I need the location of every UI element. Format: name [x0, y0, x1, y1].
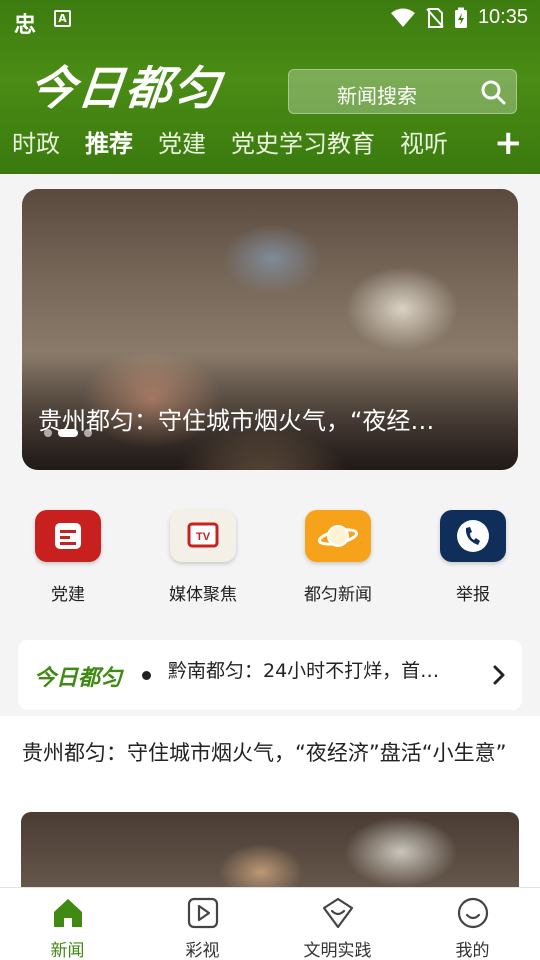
quick-links: 党建 TV 媒体聚焦 都匀新闻 举报 — [0, 500, 540, 610]
search-box[interactable]: 新闻搜索 — [288, 69, 517, 114]
nav-caishi[interactable]: 彩视 — [135, 888, 270, 960]
nav-label: 新闻 — [50, 941, 85, 960]
nav-label: 彩视 — [185, 941, 220, 960]
tab-tuijian[interactable]: 推荐 — [85, 124, 133, 164]
wifi-icon — [390, 8, 415, 27]
no-sim-icon — [426, 7, 444, 28]
category-tabs: 时政 推荐 党建 党史学习教育 视听 — [12, 124, 473, 164]
banner-title: 贵州都匀：守住城市烟火气，“夜经… — [38, 407, 435, 435]
carousel-dot[interactable] — [44, 429, 52, 437]
video-icon — [187, 897, 218, 929]
quick-link-label: 媒体聚焦 — [169, 585, 237, 605]
nav-label: 文明实践 — [303, 941, 372, 960]
news-ticker[interactable]: 今日都匀 黔南都匀：24小时不打烊，首… — [18, 640, 522, 710]
svg-text:TV: TV — [196, 531, 211, 543]
clock: 10:35 — [477, 6, 528, 28]
planet-icon — [305, 510, 371, 562]
carousel-dot-active[interactable] — [58, 429, 78, 437]
quick-link-media[interactable]: TV 媒体聚焦 — [148, 500, 258, 605]
search-icon — [481, 80, 506, 105]
battery-charging-icon — [454, 7, 467, 28]
quick-link-duyun-news[interactable]: 都匀新闻 — [283, 500, 393, 605]
smiley-icon — [457, 897, 488, 929]
app-header: 忠 A 10:35 今日都匀 新闻搜索 时政 推荐 党建 党史学习教育 视听 + — [0, 0, 540, 174]
bottom-nav: 新闻 彩视 文明实践 我的 — [0, 887, 540, 960]
quick-link-report[interactable]: 举报 — [418, 500, 528, 605]
tv-icon: TV — [170, 510, 236, 562]
nav-label: 我的 — [455, 941, 490, 960]
banner-carousel[interactable]: 贵州都匀：守住城市烟火气，“夜经… — [22, 189, 518, 470]
phone-icon — [440, 510, 506, 562]
tab-shizheng[interactable]: 时政 — [12, 124, 60, 164]
tab-dangshi[interactable]: 党史学习教育 — [231, 124, 375, 164]
quick-link-label: 都匀新闻 — [304, 585, 372, 605]
search-label: 新闻搜索 — [337, 84, 417, 108]
app-logo: 今日都匀 — [26, 61, 225, 115]
nav-mine[interactable]: 我的 — [405, 888, 540, 960]
carousel-dot[interactable] — [84, 429, 92, 437]
article-card[interactable]: 贵州都匀：守住城市烟火气，“夜经济”盘活“小生意” — [0, 716, 540, 902]
ticker-bullet — [142, 671, 151, 680]
status-icons: 10:35 — [390, 6, 528, 29]
notification-app-icon: 忠 — [14, 13, 37, 38]
home-icon — [53, 899, 82, 927]
tab-dangjian[interactable]: 党建 — [158, 124, 206, 164]
article-title[interactable]: 贵州都匀：守住城市烟火气，“夜经济”盘活“小生意” — [22, 738, 522, 768]
ticker-logo: 今日都匀 — [34, 665, 123, 691]
status-bar: 忠 A 10:35 — [0, 0, 540, 38]
party-building-icon — [35, 510, 101, 562]
carousel-dots — [44, 429, 92, 437]
nav-news[interactable]: 新闻 — [0, 888, 135, 960]
quick-link-label: 举报 — [456, 585, 490, 605]
nav-civilization[interactable]: 文明实践 — [270, 888, 405, 960]
chevron-right-icon[interactable] — [492, 664, 506, 686]
heart-shield-icon — [322, 897, 353, 929]
add-channel-button[interactable]: + — [494, 126, 523, 160]
quick-link-label: 党建 — [51, 585, 85, 605]
notification-a-icon: A — [54, 10, 71, 27]
ticker-headline[interactable]: 黔南都匀：24小时不打烊，首… — [168, 656, 439, 683]
quick-link-dangjian[interactable]: 党建 — [13, 500, 123, 605]
tab-shiting[interactable]: 视听 — [400, 124, 448, 164]
